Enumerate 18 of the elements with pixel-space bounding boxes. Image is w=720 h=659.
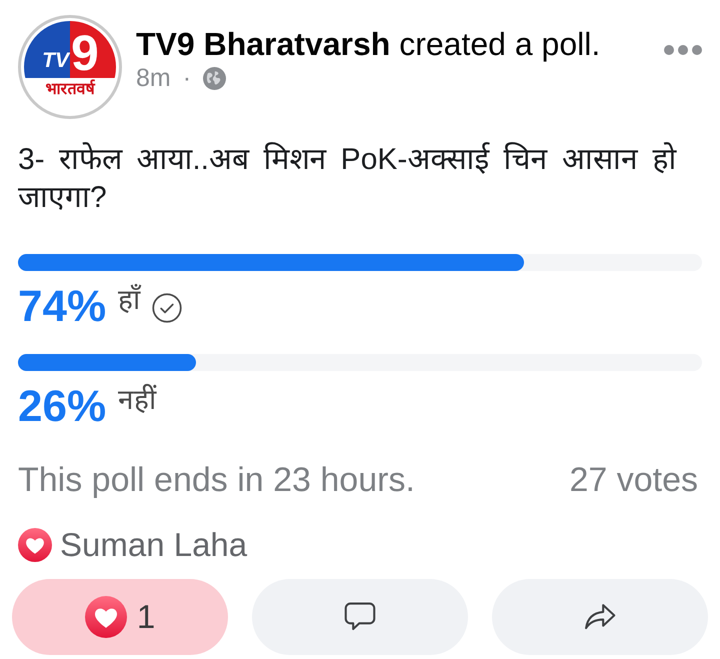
logo-tagline: भारतवर्ष bbox=[46, 78, 94, 100]
more-icon[interactable] bbox=[664, 45, 702, 55]
globe-icon bbox=[203, 66, 226, 90]
post-time: 8m bbox=[136, 63, 171, 93]
poll-question: 3- राफेल आया..अब मिशन PoK-अक्साई चिन आसान हो जाएगा? bbox=[17, 141, 678, 216]
reactor-names[interactable]: Suman Laha bbox=[60, 525, 248, 565]
channel-logo[interactable]: TV9 भारतवर्ष bbox=[18, 15, 122, 119]
option-percent: 26% bbox=[18, 383, 106, 431]
vote-count[interactable]: 27 votes bbox=[569, 460, 698, 500]
logo-letters: TV bbox=[42, 50, 69, 72]
option-label[interactable]: हाँ bbox=[118, 283, 140, 317]
like-button[interactable]: 1 bbox=[12, 579, 228, 655]
option-percent: 74% bbox=[18, 283, 106, 331]
meta-separator: · bbox=[182, 63, 192, 93]
option-label[interactable]: नहीं bbox=[118, 383, 156, 417]
poll-deadline: This poll ends in 23 hours. bbox=[18, 460, 415, 500]
post-headline: TV9 Bharatvarsh created a poll. bbox=[136, 25, 600, 63]
logo-numeral: 9 bbox=[71, 28, 99, 78]
